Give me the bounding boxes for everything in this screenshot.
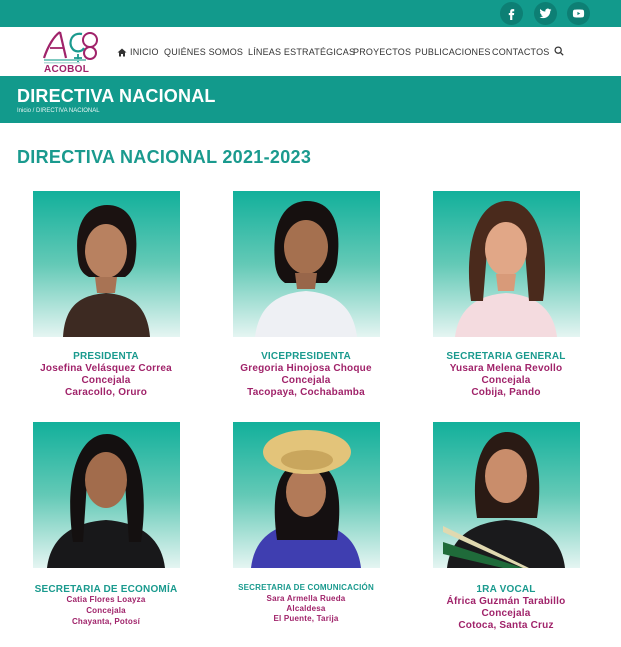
member-name: Yusara Melena Revollo [449, 363, 563, 374]
twitter-icon[interactable] [534, 2, 557, 25]
logo-text: ACOBOL [44, 64, 90, 75]
member-name: Gregoria Hinojosa Choque [240, 363, 372, 374]
member-place: Tacopaya, Cochabamba [247, 387, 365, 398]
member-photo [433, 422, 580, 568]
member-place: El Puente, Tarija [273, 614, 339, 623]
member-photo [233, 422, 380, 568]
page-title: DIRECTIVA NACIONAL [17, 86, 216, 106]
member-photo [233, 191, 380, 337]
youtube-icon[interactable] [567, 2, 590, 25]
member-place: Cotoca, Santa Cruz [458, 620, 554, 631]
nav-home-label: INICIO [130, 47, 159, 57]
nav-home[interactable]: INICIO [117, 47, 159, 57]
member-title: Concejala [86, 606, 126, 615]
member-title: Concejala [81, 375, 131, 386]
member-role: 1RA VOCAL [476, 584, 536, 595]
member-role: SECRETARIA GENERAL [446, 351, 566, 362]
member-name: Josefina Velásquez Correa [40, 363, 172, 374]
member-place: Caracollo, Oruro [64, 387, 148, 398]
member-name: Catia Flores Loayza [66, 595, 146, 604]
member-role: PRESIDENTA [73, 351, 139, 362]
member-photo [33, 422, 180, 568]
nav-projects[interactable]: PROYECTOS [353, 47, 411, 57]
member-place: Cobija, Pando [471, 387, 541, 398]
member-title: Concejala [481, 375, 531, 386]
member-title: Concejala [481, 608, 531, 619]
page-banner: DIRECTIVA NACIONAL Inicio / DIRECTIVA NA… [0, 76, 621, 123]
member-role: SECRETARIA DE ECONOMÍA [34, 584, 178, 595]
member-photo [433, 191, 580, 337]
member-photo [33, 191, 180, 337]
section-title: DIRECTIVA NACIONAL 2021-2023 [17, 147, 312, 167]
facebook-icon[interactable] [500, 2, 523, 25]
nav-strategic-lines[interactable]: LÍNEAS ESTRATÉGICAS [248, 47, 355, 57]
member-title: Alcaldesa [286, 604, 326, 613]
home-icon [117, 48, 127, 56]
search-icon[interactable] [554, 46, 564, 56]
main-navbar: ACOBOL INICIO QUIÉNES SOMOS LÍNEAS ESTRA… [0, 27, 621, 76]
member-role: VICEPRESIDENTA [261, 351, 351, 362]
member-name: Sara Armella Rueda [266, 594, 346, 603]
member-title: Concejala [281, 375, 331, 386]
member-name: África Guzmán Tarabillo [446, 596, 566, 607]
top-bar [0, 0, 621, 27]
nav-contacts[interactable]: CONTACTOS [492, 47, 549, 57]
nav-about[interactable]: QUIÉNES SOMOS [164, 47, 243, 57]
member-place: Chayanta, Potosí [71, 617, 141, 626]
nav-publications[interactable]: PUBLICACIONES [415, 47, 491, 57]
breadcrumb[interactable]: Inicio / DIRECTIVA NACIONAL [17, 108, 100, 114]
member-role: SECRETARIA DE COMUNICACIÓN [238, 583, 374, 592]
